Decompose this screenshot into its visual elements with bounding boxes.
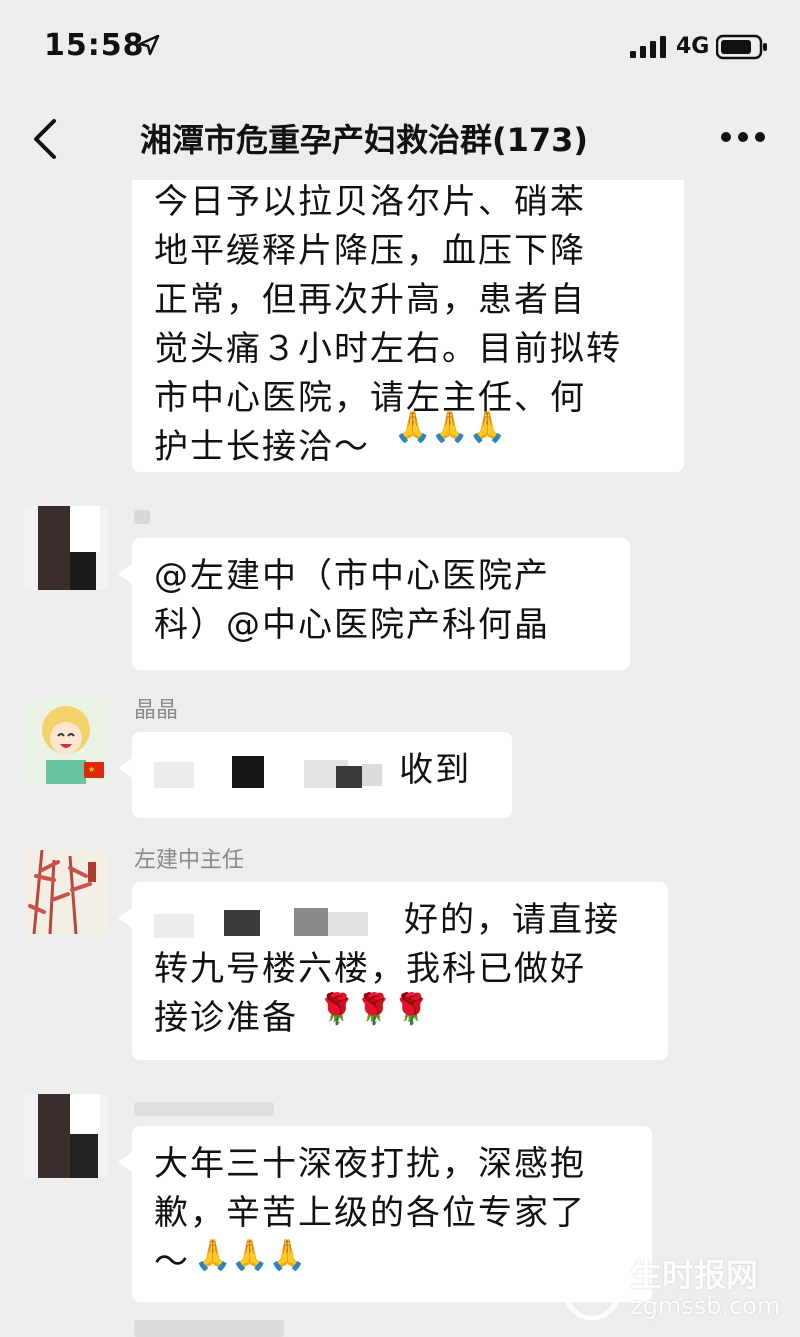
sender-name-redacted	[134, 1102, 274, 1116]
avatar[interactable]	[24, 850, 108, 934]
watermark-text: 生时报网	[630, 1256, 759, 1294]
redacted-mosaic	[134, 1320, 284, 1337]
redacted-mosaic	[154, 750, 388, 804]
folded-hands-emoji: 🙏🙏🙏	[194, 1238, 307, 1273]
message-bubble[interactable]: 好的，请直接 转九号楼六楼，我科已做好 接诊准备 🌹🌹🌹	[118, 882, 668, 1060]
avatar-image: ★	[24, 700, 108, 784]
cellular-signal-icon	[630, 36, 666, 58]
chat-title: 湘潭市危重孕产妇救治群(173)	[140, 121, 589, 159]
avatar[interactable]	[24, 1094, 108, 1178]
message-bubble[interactable]: 今日予以拉贝洛尔片、硝苯 地平缓释片降压，血压下降 正常，但再次升高，患者自 觉…	[132, 180, 684, 472]
avatar-image	[24, 850, 108, 934]
chat-header: 湘潭市危重孕产妇救治群(173)	[0, 100, 800, 180]
battery-icon	[716, 34, 767, 60]
avatar[interactable]: ★	[24, 700, 108, 784]
status-time: 15:58	[44, 28, 145, 63]
avatar-image	[24, 1094, 108, 1178]
back-chevron-icon[interactable]	[30, 118, 60, 160]
folded-hands-emoji: 🙏🙏🙏	[394, 410, 507, 445]
avatar-image	[24, 506, 108, 590]
watermark-logo-icon	[563, 1263, 621, 1321]
location-arrow-icon	[138, 34, 160, 56]
more-options-icon[interactable]	[720, 130, 766, 144]
status-bar: 15:58 4G	[0, 0, 800, 100]
redacted-mosaic	[154, 900, 400, 948]
message-text: @左建中（市中心医院产 科）@中心医院产科何晶	[154, 556, 550, 645]
message-bubble[interactable]: @左建中（市中心医院产 科）@中心医院产科何晶	[118, 538, 630, 670]
network-type: 4G	[676, 34, 710, 59]
message-text: 收到	[399, 750, 472, 790]
rose-emoji: 🌹🌹🌹	[318, 992, 431, 1027]
avatar[interactable]	[24, 506, 108, 590]
svg-text:★: ★	[88, 765, 95, 774]
sender-name: 左建中主任	[134, 848, 245, 873]
watermark: 生时报网 zgmssb.com	[560, 1250, 790, 1330]
sender-name-redacted	[134, 510, 150, 524]
watermark-url: zgmssb.com	[630, 1292, 781, 1320]
sender-name: 晶晶	[134, 698, 179, 723]
chat-message-list[interactable]: 今日予以拉贝洛尔片、硝苯 地平缓释片降压，血压下降 正常，但再次升高，患者自 觉…	[0, 180, 800, 1337]
message-bubble[interactable]: 收到	[118, 732, 512, 818]
